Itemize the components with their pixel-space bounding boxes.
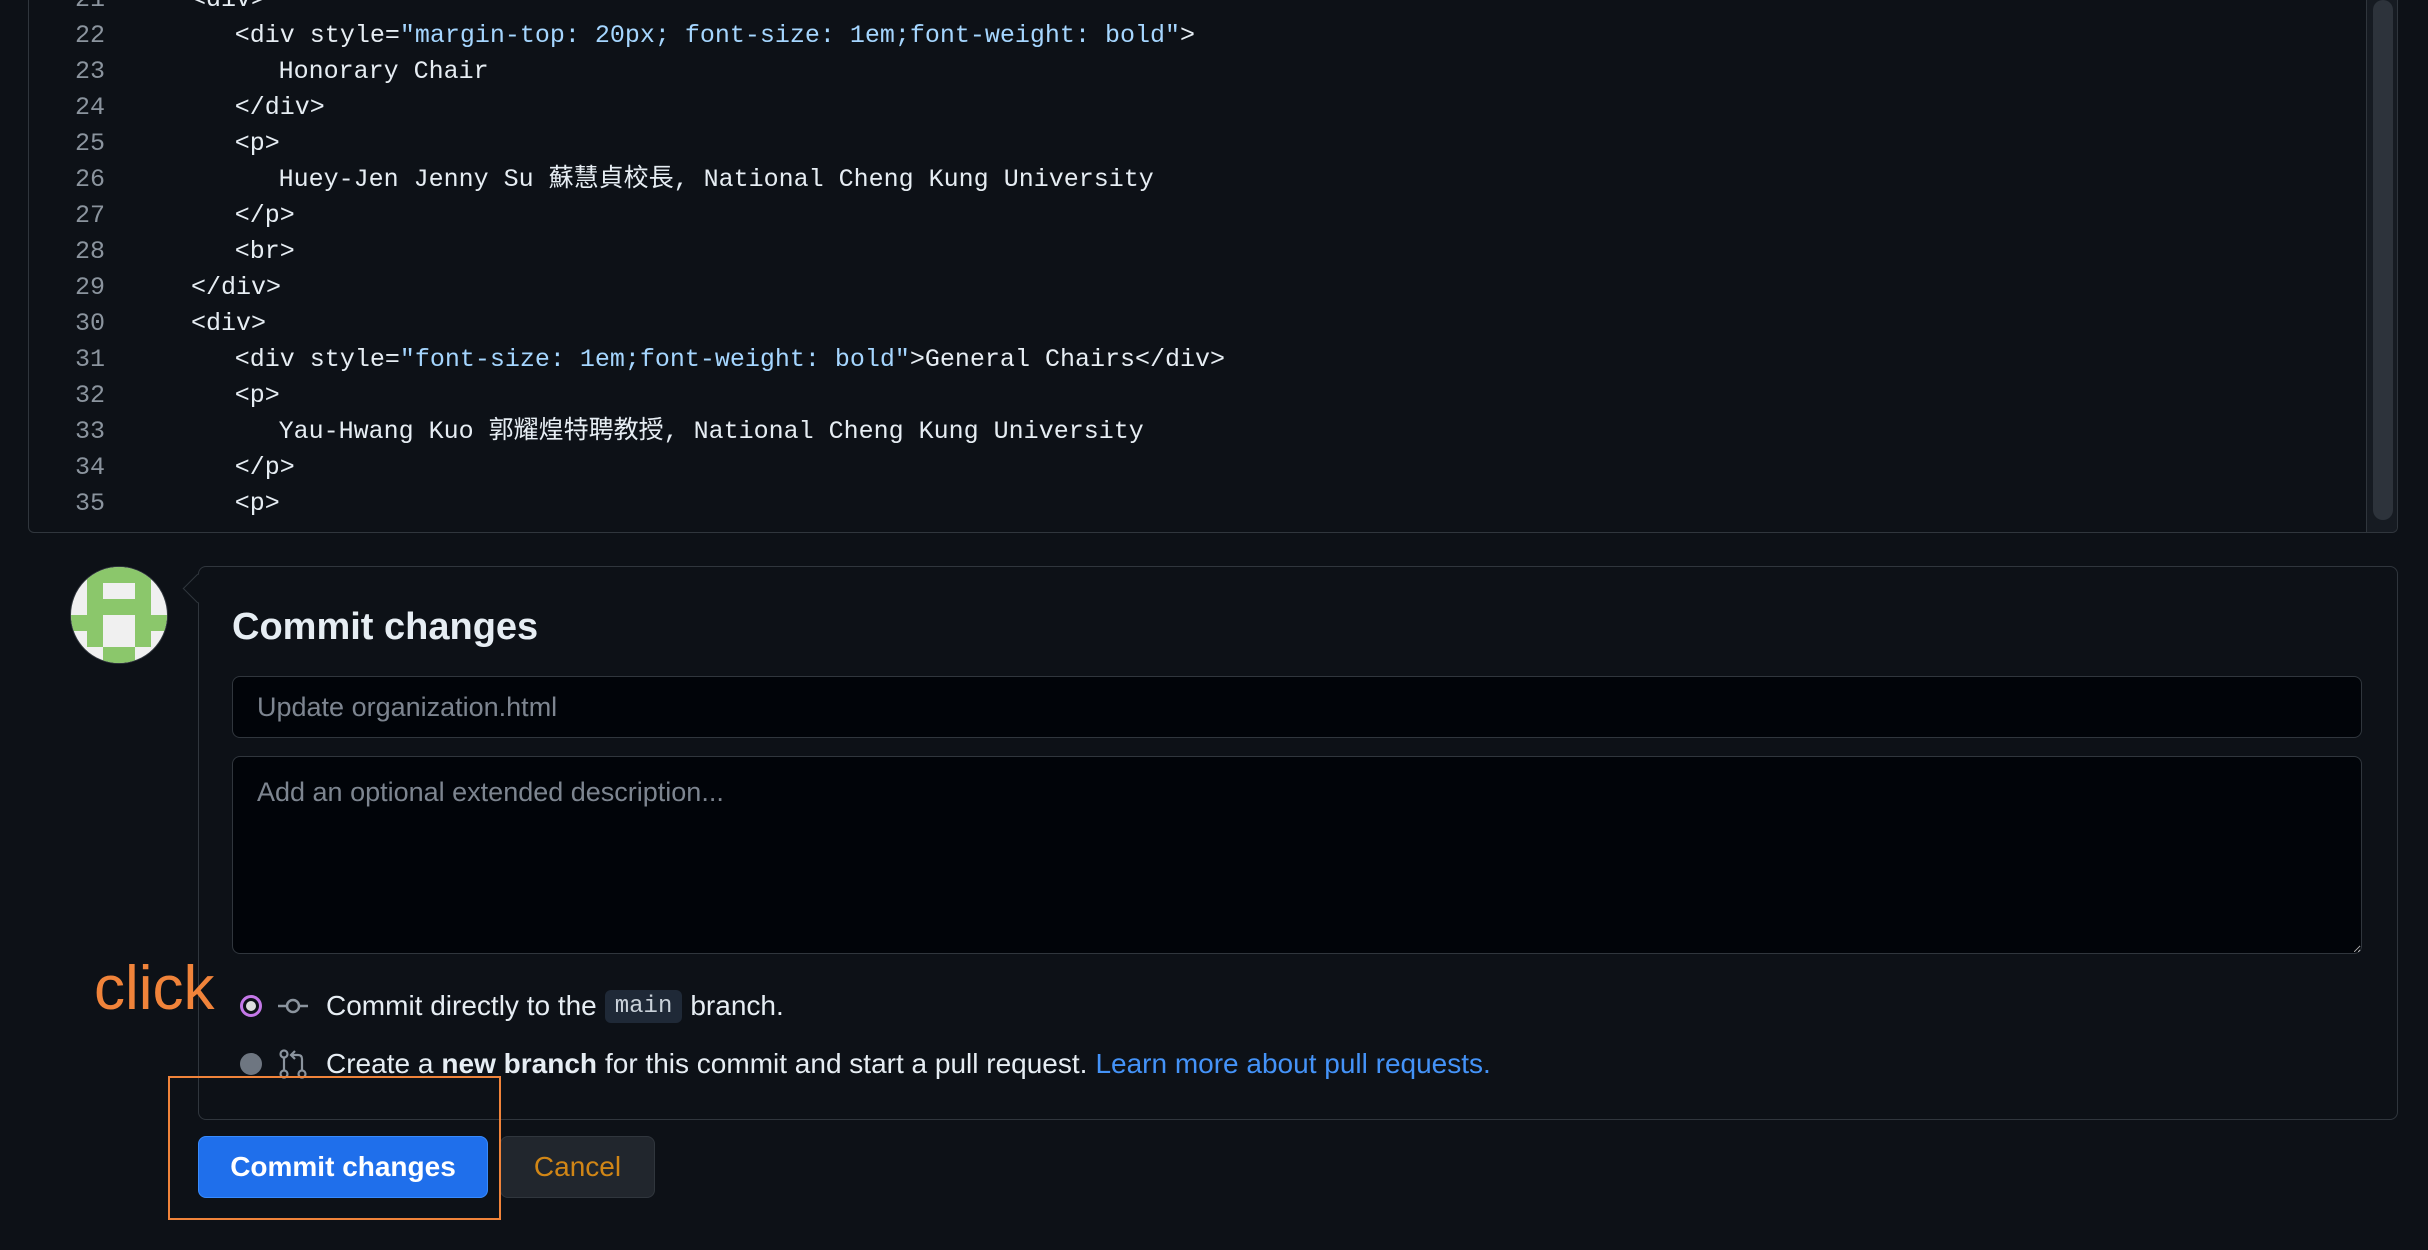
code-text: </div> [234, 93, 325, 122]
line-number: 21 [29, 0, 105, 18]
code-attr-value: "margin-top: 20px; font-size: 1em;font-w… [399, 21, 1180, 50]
annotation-highlight-box [168, 1076, 501, 1220]
line-number: 25 [74, 129, 105, 158]
commit-title: Commit changes [232, 606, 539, 648]
editor-scrollbar-thumb[interactable] [2373, 0, 2393, 520]
code-text: Yau-Hwang Kuo 郭耀煌特聘教授, National Cheng Ku… [278, 417, 1144, 446]
code-text: <div> [191, 0, 266, 18]
line-number: 27 [74, 201, 105, 230]
code-text: <p> [234, 381, 280, 410]
line-number: 32 [74, 381, 105, 410]
line-number: 26 [74, 165, 105, 194]
code-attr-value: "font-size: 1em;font-weight: bold" [399, 345, 910, 374]
line-number: 34 [74, 453, 105, 482]
code-text: <br> [234, 237, 295, 266]
code-text: <div> [191, 309, 267, 338]
line-number: 29 [74, 273, 105, 302]
line-number: 30 [74, 309, 105, 338]
option-new-suffix: for this commit and start a pull request… [605, 1048, 1088, 1079]
line-number: 23 [74, 57, 105, 86]
code-text: </p> [234, 201, 295, 230]
line-number: 24 [74, 93, 105, 122]
line-number: 28 [74, 237, 105, 266]
line-number: 33 [74, 417, 105, 446]
code-tag: > [1179, 21, 1195, 50]
learn-more-link[interactable]: Learn more about pull requests. [1095, 1048, 1490, 1080]
option-direct-prefix: Commit directly to the [326, 990, 597, 1021]
git-commit-icon [278, 998, 308, 1014]
annotation-click-label: click [94, 954, 215, 1023]
avatar [70, 566, 168, 664]
line-number: 22 [74, 21, 105, 50]
line-number: 31 [74, 345, 105, 374]
option-direct-suffix: branch. [690, 990, 784, 1021]
commit-summary-input[interactable] [232, 676, 2362, 738]
commit-description-input[interactable] [232, 756, 2362, 954]
cancel-button[interactable]: Cancel [500, 1136, 655, 1198]
code-editor[interactable]: 21<div>22<div style="margin-top: 20px; f… [28, 0, 2398, 533]
radio-commit-direct[interactable] [240, 995, 262, 1017]
radio-new-branch[interactable] [240, 1053, 262, 1075]
code-text: </div> [191, 273, 282, 302]
code-text: <div style="margin-top: 20px; font-size:… [235, 18, 1195, 54]
line-number: 35 [74, 489, 105, 518]
editor-scrollbar[interactable] [2366, 0, 2397, 532]
option-commit-direct[interactable]: Commit directly to the main branch. [240, 986, 784, 1026]
code-text: <p> [234, 489, 280, 518]
code-text: <div style="font-size: 1em;font-weight: … [235, 342, 1225, 378]
code-tag: >General Chairs</div> [909, 345, 1225, 374]
code-tag: <div style= [234, 345, 400, 374]
branch-name: main [604, 989, 683, 1023]
code-text: Honorary Chair [278, 57, 489, 86]
code-text: </p> [234, 453, 295, 482]
code-text: <p> [234, 129, 280, 158]
code-text: Huey-Jen Jenny Su 蘇慧貞校長, National Cheng … [278, 165, 1154, 194]
code-tag: <div style= [234, 21, 400, 50]
